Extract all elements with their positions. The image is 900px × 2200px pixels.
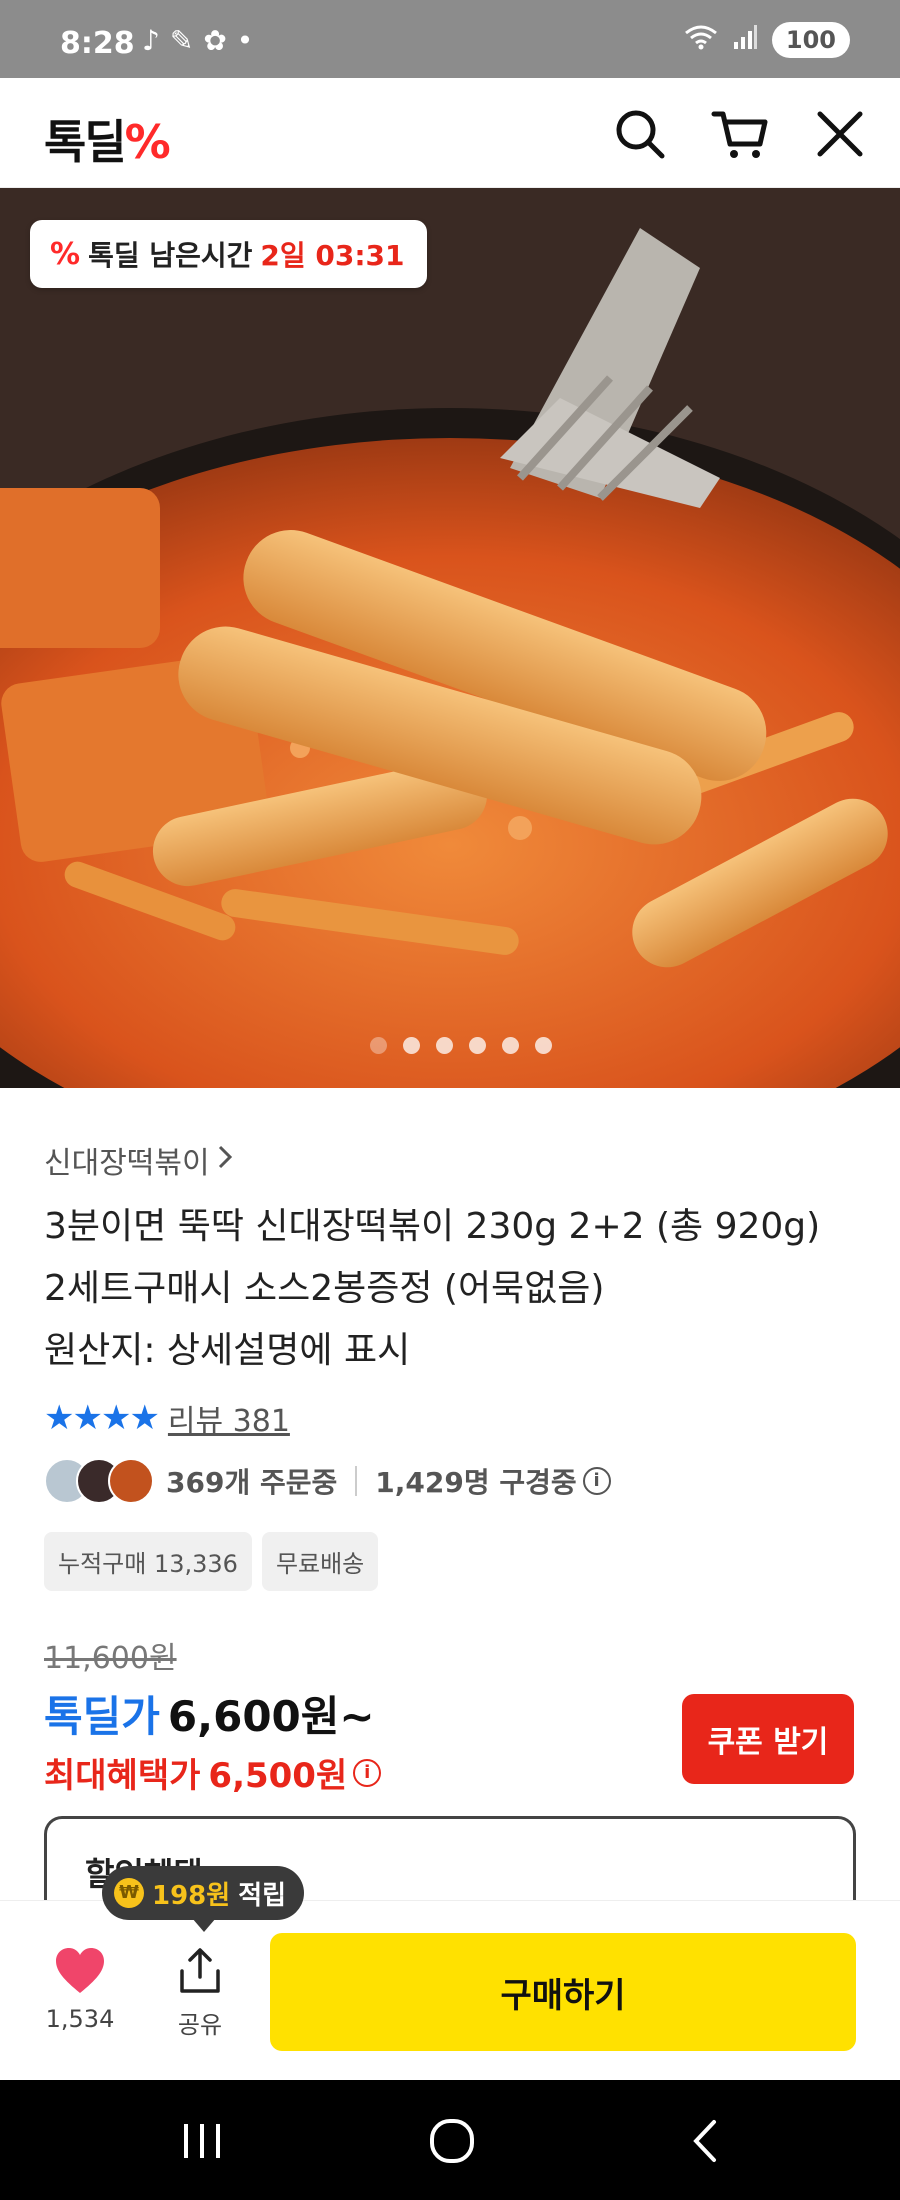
- notification-icons: ♪✎✿•: [142, 24, 264, 57]
- carousel-dot[interactable]: [469, 1037, 486, 1054]
- points-label: 적립: [238, 1880, 287, 1911]
- carousel-dot[interactable]: [436, 1037, 453, 1054]
- product-title: 3분이면 뚝딱 신대장떡볶이 230g 2+2 (총 920g) 2세트구매시 …: [44, 1206, 821, 1371]
- deal-price: 6,600원~: [167, 1692, 375, 1741]
- carousel-dots[interactable]: [0, 1037, 900, 1054]
- buyer-avatars: [44, 1458, 154, 1504]
- tag-list: 누적구매 13,336 무료배송: [44, 1532, 864, 1591]
- back-icon[interactable]: [676, 2116, 736, 2166]
- product-image-carousel[interactable]: % 톡딜 남은시간 2일 03:31: [0, 188, 900, 1088]
- deal-label: 톡딜가: [44, 1692, 160, 1741]
- cart-icon[interactable]: [710, 104, 770, 164]
- home-icon[interactable]: [422, 2116, 482, 2166]
- buy-button[interactable]: 구매하기: [270, 1933, 856, 2051]
- coupon-button[interactable]: 쿠폰 받기: [682, 1694, 854, 1784]
- rating-row: ★★★★ 리뷰 381: [44, 1396, 864, 1440]
- viewers-count: 1,429명 구경중: [375, 1466, 577, 1499]
- status-bar: 8:28 ♪✎✿• 100: [0, 0, 900, 78]
- max-benefit-price: 6,500원: [208, 1756, 348, 1796]
- brand-link[interactable]: 신대장떡볶이: [44, 1138, 864, 1182]
- like-count: 1,534: [45, 2005, 115, 2033]
- carousel-dot[interactable]: [370, 1037, 387, 1054]
- deal-timer-badge: % 톡딜 남은시간 2일 03:31: [30, 220, 427, 288]
- like-button[interactable]: 1,534: [40, 1947, 120, 2033]
- timer-value: 2일 03:31: [260, 239, 405, 272]
- info-icon[interactable]: i: [353, 1758, 382, 1787]
- talkdeal-logo[interactable]: 톡딜%: [44, 106, 171, 172]
- tteokbokki-photo: [0, 188, 900, 1088]
- points-tooltip: ₩ 198원 적립: [102, 1866, 305, 1932]
- carousel-dot[interactable]: [535, 1037, 552, 1054]
- share-button[interactable]: 공유: [160, 1947, 240, 2040]
- carousel-dot[interactable]: [502, 1037, 519, 1054]
- search-icon[interactable]: [610, 104, 670, 164]
- avatar: [108, 1458, 154, 1504]
- app-header: 톡딜%: [0, 78, 900, 188]
- rating-stars: ★★★★: [44, 1398, 160, 1438]
- carousel-dot[interactable]: [403, 1037, 420, 1054]
- chevron-right-icon: [216, 1143, 234, 1178]
- timer-label: 톡딜 남은시간: [88, 239, 253, 272]
- review-link[interactable]: 리뷰 381: [168, 1396, 290, 1440]
- coin-icon: ₩: [114, 1878, 144, 1908]
- wifi-icon: [684, 24, 718, 56]
- battery-indicator: 100: [771, 22, 850, 58]
- points-amount: 198원: [152, 1880, 231, 1911]
- bottom-action-bar: 1,534 공유 구매하기: [0, 1900, 900, 2080]
- system-icons: 100: [684, 22, 850, 58]
- status-time: 8:28: [60, 26, 135, 61]
- tag-purchase-count: 누적구매 13,336: [44, 1532, 252, 1591]
- system-nav-bar: [0, 2080, 900, 2200]
- signal-icon: [732, 24, 758, 56]
- heart-icon: [40, 1947, 120, 1995]
- deal-percent-icon: %: [50, 236, 81, 272]
- orders-count: 369개 주문중: [166, 1466, 338, 1499]
- close-icon[interactable]: [810, 104, 870, 164]
- product-info: 신대장떡볶이 3분이면 뚝딱 신대장떡볶이 230g 2+2 (총 920g) …: [44, 1088, 864, 1797]
- info-icon[interactable]: i: [582, 1467, 611, 1495]
- divider: [355, 1466, 358, 1496]
- recent-apps-icon[interactable]: [172, 2116, 232, 2166]
- tag-free-shipping: 무료배송: [261, 1532, 379, 1591]
- share-label: 공유: [177, 2011, 223, 2039]
- social-proof-row: 369개 주문중 1,429명 구경중 i: [44, 1458, 864, 1504]
- original-price: 11,600원: [44, 1641, 177, 1676]
- share-icon: [160, 1947, 240, 1995]
